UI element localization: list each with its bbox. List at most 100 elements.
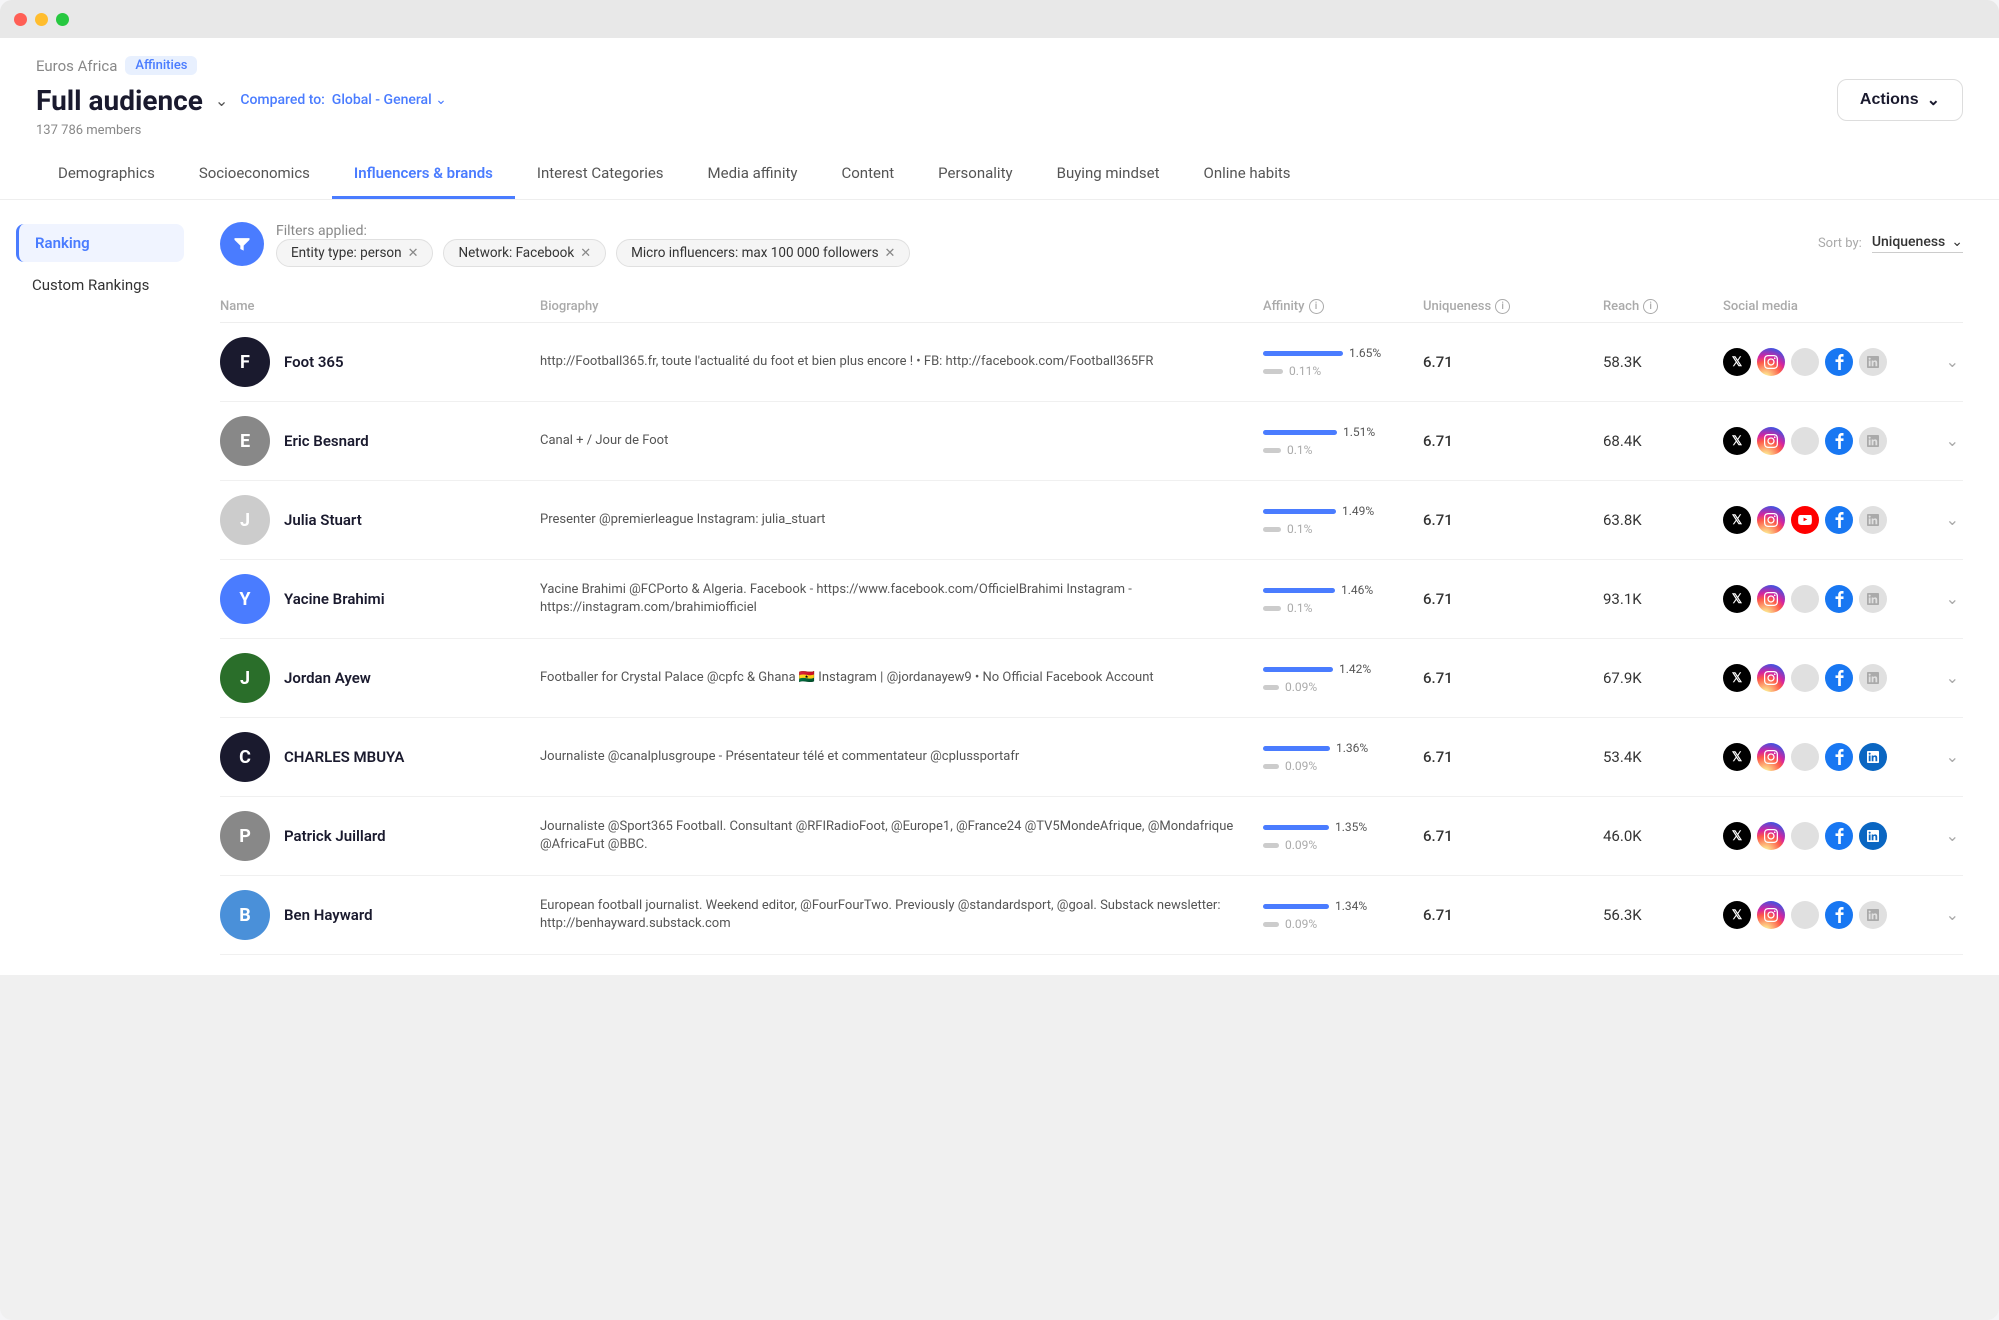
affinity-bar-1-3 <box>1263 588 1335 593</box>
filter-tag-network-text: Network: Facebook <box>458 245 574 261</box>
compared-to-dropdown[interactable]: ⌄ <box>435 92 447 108</box>
social-icon-instagram[interactable] <box>1757 822 1785 850</box>
minimize-button[interactable] <box>35 13 48 26</box>
filter-tag-network-remove[interactable]: ✕ <box>580 247 591 260</box>
social-icon-facebook[interactable] <box>1825 901 1853 929</box>
social-icon-inactive[interactable] <box>1791 664 1819 692</box>
social-icon-x[interactable]: 𝕏 <box>1723 664 1751 692</box>
affinity-val-2-4: 0.09% <box>1285 680 1317 694</box>
affinity-info-icon[interactable]: i <box>1309 299 1324 314</box>
person-name-4: Jordan Ayew <box>284 669 371 687</box>
social-icon-facebook[interactable] <box>1825 822 1853 850</box>
social-icon-facebook[interactable] <box>1825 743 1853 771</box>
social-icon-x[interactable]: 𝕏 <box>1723 348 1751 376</box>
tab-content[interactable]: Content <box>819 150 916 199</box>
compared-to-label: Compared to: <box>240 92 325 108</box>
affinity-bar-1-6 <box>1263 825 1329 830</box>
reach-info-icon[interactable]: i <box>1643 299 1658 314</box>
social-icon-x[interactable]: 𝕏 <box>1723 585 1751 613</box>
social-icons-7: 𝕏 <box>1723 901 1923 929</box>
actions-button[interactable]: Actions ⌄ <box>1837 79 1963 121</box>
social-icon-linkedin-inactive[interactable] <box>1859 585 1887 613</box>
social-icon-facebook[interactable] <box>1825 348 1853 376</box>
expand-row-button-7[interactable]: ⌄ <box>1946 905 1959 925</box>
actions-chevron-icon: ⌄ <box>1927 90 1940 110</box>
social-icon-x[interactable]: 𝕏 <box>1723 743 1751 771</box>
affinity-val-2-5: 0.09% <box>1285 759 1317 773</box>
audience-dropdown[interactable]: ⌄ <box>215 91 228 110</box>
social-icon-instagram[interactable] <box>1757 585 1785 613</box>
social-icon-linkedin-inactive[interactable] <box>1859 427 1887 455</box>
social-icon-inactive[interactable] <box>1791 743 1819 771</box>
tab-online-habits[interactable]: Online habits <box>1182 150 1313 199</box>
tab-interest-categories[interactable]: Interest Categories <box>515 150 686 199</box>
sidebar-item-ranking[interactable]: Ranking <box>16 224 184 262</box>
expand-row-button-5[interactable]: ⌄ <box>1946 747 1959 767</box>
tab-socioeconomics[interactable]: Socioeconomics <box>177 150 332 199</box>
social-icon-youtube[interactable] <box>1791 506 1819 534</box>
social-icon-instagram[interactable] <box>1757 427 1785 455</box>
social-icon-facebook[interactable] <box>1825 585 1853 613</box>
social-icon-instagram[interactable] <box>1757 664 1785 692</box>
social-icon-instagram[interactable] <box>1757 506 1785 534</box>
social-icons-3: 𝕏 <box>1723 585 1923 613</box>
social-icon-inactive[interactable] <box>1791 901 1819 929</box>
chevron-cell-6: ⌄ <box>1923 826 1963 846</box>
maximize-button[interactable] <box>56 13 69 26</box>
table-body: F Foot 365 http://Football365.fr, toute … <box>220 323 1963 955</box>
expand-row-button-0[interactable]: ⌄ <box>1946 352 1959 372</box>
close-button[interactable] <box>14 13 27 26</box>
page-title-row: Full audience ⌄ Compared to: Global - Ge… <box>36 79 1963 121</box>
affinity-bar-wrap-0: 1.65% 0.11% <box>1263 346 1381 378</box>
uniqueness-info-icon[interactable]: i <box>1495 299 1510 314</box>
filter-tag-micro-influencers-remove[interactable]: ✕ <box>885 247 896 260</box>
social-icon-x[interactable]: 𝕏 <box>1723 427 1751 455</box>
social-icon-facebook[interactable] <box>1825 427 1853 455</box>
filter-icon <box>232 234 252 254</box>
social-icon-x[interactable]: 𝕏 <box>1723 822 1751 850</box>
expand-row-button-4[interactable]: ⌄ <box>1946 668 1959 688</box>
tab-influencers-brands[interactable]: Influencers & brands <box>332 150 515 199</box>
tab-personality[interactable]: Personality <box>916 150 1034 199</box>
affinity-bar-wrap-5: 1.36% 0.09% <box>1263 741 1368 773</box>
affinity-bar-2-7 <box>1263 922 1279 927</box>
social-icon-linkedin-inactive[interactable] <box>1859 348 1887 376</box>
social-icon-inactive[interactable] <box>1791 348 1819 376</box>
uniqueness-val-2: 6.71 <box>1423 511 1603 529</box>
social-icon-instagram[interactable] <box>1757 743 1785 771</box>
social-icon-instagram[interactable] <box>1757 348 1785 376</box>
filter-tag-entity-type-remove[interactable]: ✕ <box>408 247 419 260</box>
social-icon-linkedin-active[interactable] <box>1859 822 1887 850</box>
expand-row-button-6[interactable]: ⌄ <box>1946 826 1959 846</box>
social-icon-inactive[interactable] <box>1791 822 1819 850</box>
social-icons-4: 𝕏 <box>1723 664 1923 692</box>
expand-row-button-2[interactable]: ⌄ <box>1946 510 1959 530</box>
sidebar-item-custom-rankings[interactable]: Custom Rankings <box>16 266 184 304</box>
social-icon-linkedin-inactive[interactable] <box>1859 506 1887 534</box>
social-icon-linkedin-inactive[interactable] <box>1859 664 1887 692</box>
chevron-cell-4: ⌄ <box>1923 668 1963 688</box>
affinity-bar-2-3 <box>1263 606 1281 611</box>
social-icon-inactive[interactable] <box>1791 585 1819 613</box>
social-icon-linkedin-active[interactable] <box>1859 743 1887 771</box>
social-icon-facebook[interactable] <box>1825 506 1853 534</box>
affinity-bar-wrap-4: 1.42% 0.09% <box>1263 662 1371 694</box>
social-icon-inactive[interactable] <box>1791 427 1819 455</box>
tab-demographics[interactable]: Demographics <box>36 150 177 199</box>
tab-buying-mindset[interactable]: Buying mindset <box>1035 150 1182 199</box>
social-icon-x[interactable]: 𝕏 <box>1723 506 1751 534</box>
social-icon-instagram[interactable] <box>1757 901 1785 929</box>
tab-media-affinity[interactable]: Media affinity <box>686 150 820 199</box>
affinity-bar-row-1-4: 1.42% <box>1263 662 1371 676</box>
col-biography: Biography <box>540 299 1263 314</box>
sort-select[interactable]: Uniqueness ⌄ <box>1872 234 1963 253</box>
expand-row-button-1[interactable]: ⌄ <box>1946 431 1959 451</box>
expand-row-button-3[interactable]: ⌄ <box>1946 589 1959 609</box>
title-bar <box>0 0 1999 38</box>
reach-val-2: 63.8K <box>1603 511 1723 529</box>
chevron-cell-1: ⌄ <box>1923 431 1963 451</box>
filter-icon-button[interactable] <box>220 222 264 266</box>
social-icon-x[interactable]: 𝕏 <box>1723 901 1751 929</box>
social-icon-linkedin-inactive[interactable] <box>1859 901 1887 929</box>
social-icon-facebook[interactable] <box>1825 664 1853 692</box>
